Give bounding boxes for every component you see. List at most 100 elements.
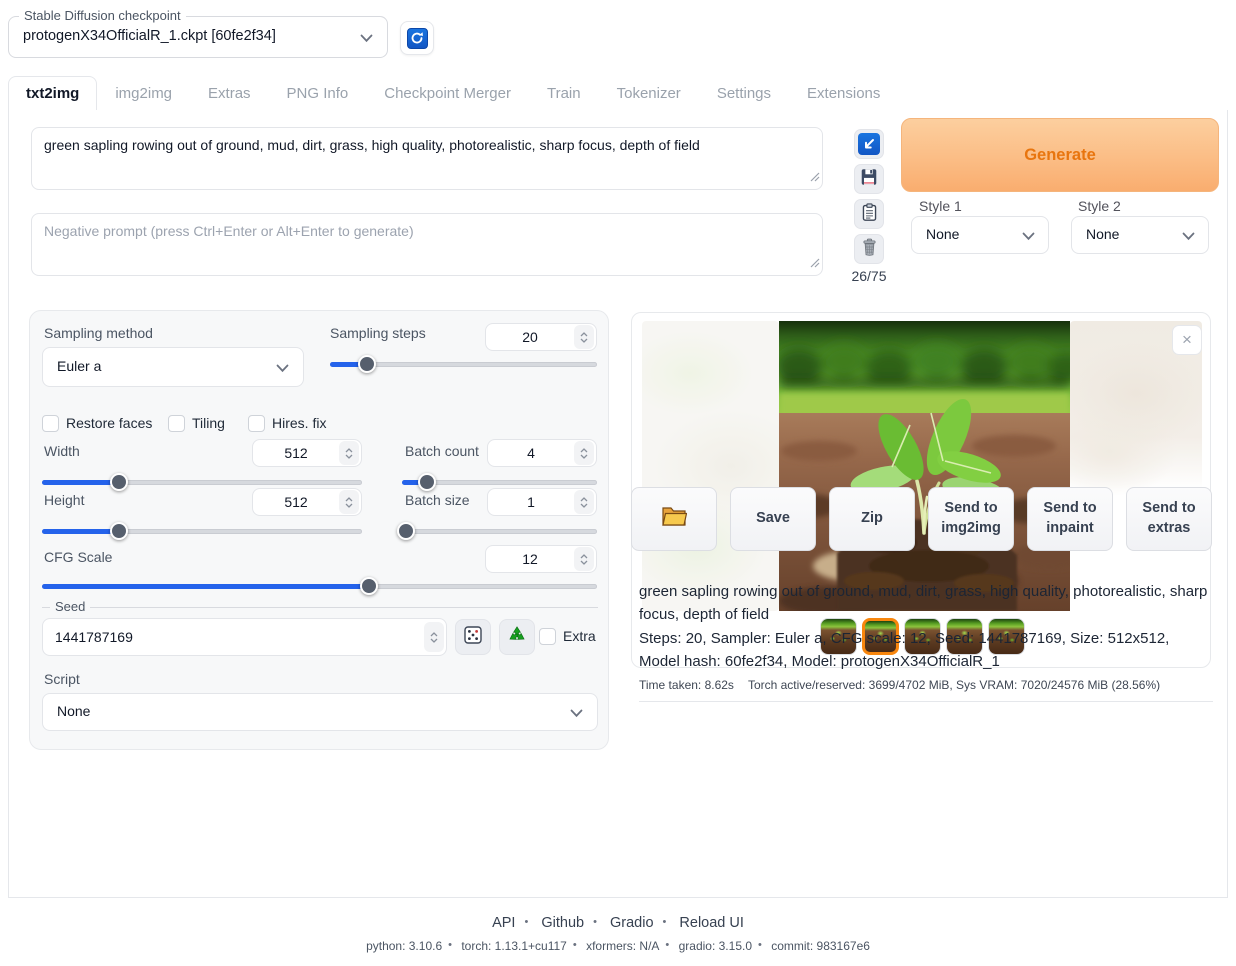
tab-settings[interactable]: Settings [699, 76, 789, 110]
height-input[interactable] [253, 494, 339, 510]
script-label: Script [44, 671, 80, 687]
generation-params-text: Steps: 20, Sampler: Euler a, CFG scale: … [639, 627, 1213, 674]
slider-thumb[interactable] [358, 355, 376, 373]
time-taken-text: Time taken: 8.62s [639, 678, 734, 692]
batch-size-field [487, 488, 597, 516]
stepper-icon[interactable] [574, 441, 594, 465]
stepper-icon[interactable] [574, 547, 594, 571]
width-input[interactable] [253, 445, 339, 461]
separator-dot: • [758, 939, 762, 951]
slider-thumb[interactable] [397, 522, 415, 540]
extra-seed-checkbox[interactable] [539, 628, 556, 645]
zip-button[interactable]: Zip [829, 487, 915, 551]
close-icon[interactable]: × [1172, 325, 1202, 355]
sampling-steps-input[interactable] [486, 329, 574, 345]
chevron-down-icon [360, 34, 373, 43]
footer-link-github[interactable]: Github [541, 915, 584, 931]
version-python: python: 3.10.6 [366, 939, 442, 953]
extra-seed-label: Extra [563, 628, 596, 644]
height-slider[interactable] [42, 522, 362, 540]
stepper-icon[interactable] [339, 490, 359, 514]
script-value: None [57, 703, 90, 719]
checkpoint-dropdown[interactable]: Stable Diffusion checkpoint protogenX34O… [8, 16, 388, 58]
separator-dot: • [448, 939, 452, 951]
tab-png-info[interactable]: PNG Info [269, 76, 367, 110]
gallery-ghost-previous [642, 321, 779, 611]
stepper-icon[interactable] [574, 325, 594, 349]
slider-thumb[interactable] [418, 473, 436, 491]
open-folder-button[interactable] [631, 487, 717, 551]
sampling-steps-field [485, 323, 597, 351]
cfg-scale-slider[interactable] [42, 577, 597, 595]
slider-thumb[interactable] [360, 577, 378, 595]
version-xformers: xformers: N/A [586, 939, 659, 953]
hires-fix-label: Hires. fix [272, 415, 326, 431]
sampler-dropdown[interactable]: Euler a [42, 347, 304, 387]
save-button[interactable]: Save [730, 487, 816, 551]
recycle-icon [507, 625, 527, 650]
save-style-button[interactable] [854, 164, 884, 194]
hires-fix-checkbox[interactable] [248, 415, 265, 432]
refresh-checkpoints-button[interactable] [400, 21, 434, 55]
style1-dropdown[interactable]: None [911, 216, 1049, 254]
sampler-value: Euler a [57, 358, 101, 374]
generate-button[interactable]: Generate [901, 118, 1219, 192]
random-seed-button[interactable] [455, 619, 491, 655]
seed-label: Seed [50, 599, 90, 614]
batch-size-input[interactable] [488, 494, 574, 510]
arrow-down-left-icon [858, 133, 880, 155]
clear-prompt-button[interactable] [854, 234, 884, 264]
generated-image[interactable] [779, 321, 1070, 611]
sampling-steps-slider[interactable] [330, 355, 597, 373]
negative-prompt-input[interactable] [31, 213, 823, 276]
style2-label: Style 2 [1078, 198, 1121, 214]
stepper-icon[interactable] [574, 490, 594, 514]
footer-link-reload-ui[interactable]: Reload UI [679, 915, 743, 931]
app-root: Stable Diffusion checkpoint protogenX34O… [0, 0, 1236, 966]
restore-faces-checkbox[interactable] [42, 415, 59, 432]
stepper-icon[interactable] [424, 622, 444, 652]
height-label: Height [44, 492, 84, 508]
separator-dot: • [573, 939, 577, 951]
slider-thumb[interactable] [110, 473, 128, 491]
tiling-checkbox[interactable] [168, 415, 185, 432]
tab-img2img[interactable]: img2img [97, 76, 190, 110]
slider-thumb[interactable] [110, 522, 128, 540]
tab-extensions[interactable]: Extensions [789, 76, 898, 110]
gallery-actions: Save Zip Send to img2img Send to inpaint… [631, 487, 1212, 551]
batch-count-input[interactable] [488, 445, 574, 461]
tab-checkpoint-merger[interactable]: Checkpoint Merger [366, 76, 529, 110]
cfg-scale-input[interactable] [486, 551, 574, 567]
seed-input[interactable] [43, 629, 424, 645]
cfg-scale-field [485, 545, 597, 573]
tab-tokenizer[interactable]: Tokenizer [599, 76, 699, 110]
send-to-extras-button[interactable]: Send to extras [1126, 487, 1212, 551]
restore-faces-label: Restore faces [66, 415, 152, 431]
script-dropdown[interactable]: None [42, 693, 598, 731]
paste-generation-params-button[interactable] [854, 129, 884, 159]
style2-dropdown[interactable]: None [1071, 216, 1209, 254]
footer-link-api[interactable]: API [492, 915, 515, 931]
version-gradio: gradio: 3.15.0 [679, 939, 752, 953]
negative-prompt-field-wrap [31, 213, 823, 276]
style1-label: Style 1 [919, 198, 962, 214]
apply-style-button[interactable] [854, 199, 884, 229]
refresh-icon [407, 28, 428, 49]
send-to-img2img-button[interactable]: Send to img2img [928, 487, 1014, 551]
stepper-icon[interactable] [339, 441, 359, 465]
chevron-down-icon [276, 364, 289, 373]
send-to-inpaint-button[interactable]: Send to inpaint [1027, 487, 1113, 551]
tab-extras[interactable]: Extras [190, 76, 269, 110]
footer-link-gradio[interactable]: Gradio [610, 915, 654, 931]
footer: API • Github • Gradio • Reload UI python: 3… [0, 915, 1236, 953]
batch-size-slider[interactable] [402, 522, 597, 540]
width-label: Width [44, 443, 80, 459]
tab-txt2img[interactable]: txt2img [8, 76, 97, 110]
sampling-method-label: Sampling method [44, 325, 153, 341]
clipboard-icon [860, 202, 879, 227]
checkpoint-label: Stable Diffusion checkpoint [19, 8, 186, 23]
main-tabbar: txt2img img2img Extras PNG Info Checkpoi… [8, 76, 1228, 111]
reuse-seed-button[interactable] [499, 619, 535, 655]
prompt-input[interactable]: green sapling rowing out of ground, mud,… [31, 127, 823, 190]
tab-train[interactable]: Train [529, 76, 599, 110]
